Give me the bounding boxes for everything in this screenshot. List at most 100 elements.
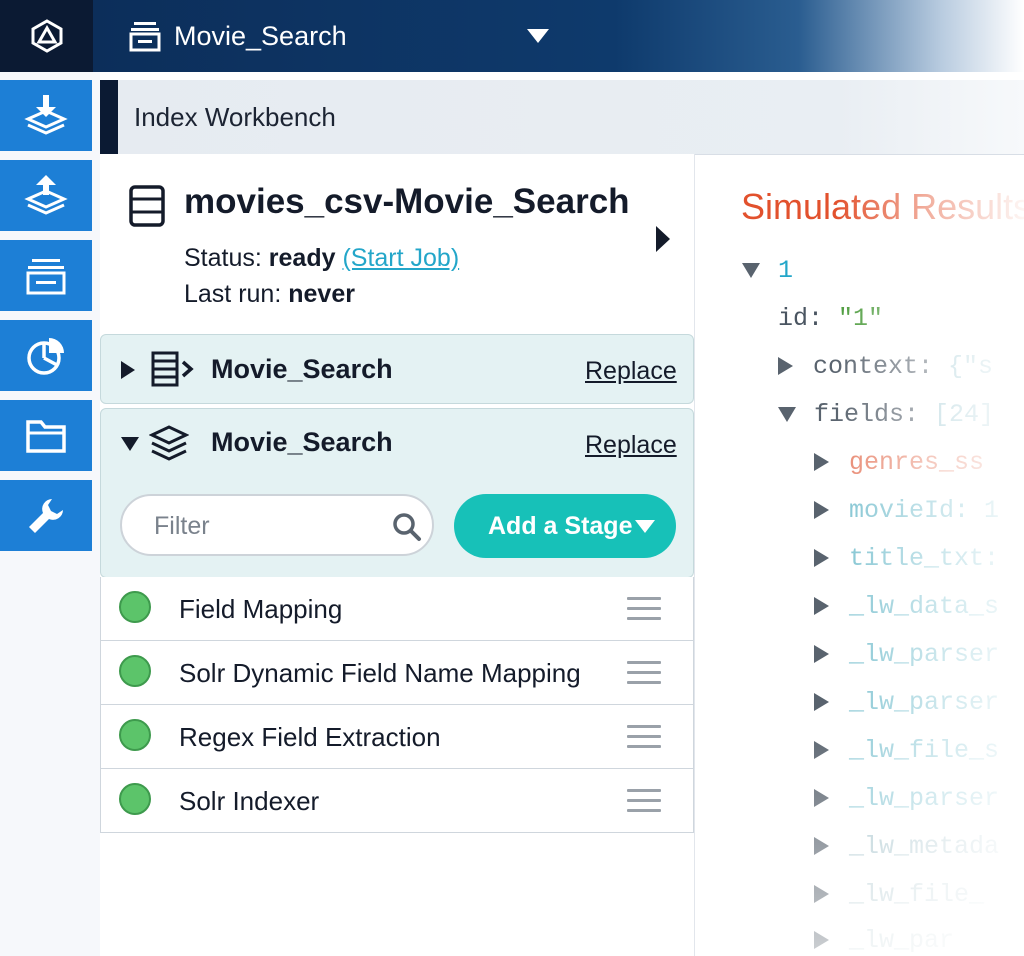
- collapse-caret-icon: [742, 262, 760, 278]
- app-stack-icon: [129, 22, 161, 52]
- field-name: _lw_par: [849, 926, 955, 955]
- field-name: _lw_data_s: [849, 592, 1000, 621]
- expand-caret-icon: [814, 837, 829, 856]
- analytics-pie-icon: [27, 337, 64, 375]
- stage-status-dot: [119, 591, 151, 623]
- datasource-last-run: Last run: never: [184, 280, 355, 309]
- stage-row[interactable]: Regex Field Extraction: [100, 705, 694, 769]
- fields-count: [24]: [934, 400, 995, 429]
- drag-handle-icon[interactable]: [627, 789, 661, 813]
- result-fields-row[interactable]: fields: [24]: [778, 400, 994, 429]
- field-row[interactable]: movieId: 1: [814, 496, 999, 525]
- field-row[interactable]: _lw_file_: [814, 880, 984, 909]
- result-id-row: id: "1": [778, 304, 883, 333]
- field-name: _lw_parser: [849, 688, 1000, 717]
- id-value: "1": [838, 304, 884, 333]
- collections-icon: [26, 258, 66, 294]
- simulated-results-panel: Simulated Results 1 id: "1" context: {"s…: [708, 160, 1024, 956]
- field-row[interactable]: _lw_parser: [814, 640, 999, 669]
- expand-caret-icon: [778, 357, 793, 376]
- stage-row[interactable]: Field Mapping: [100, 577, 694, 641]
- workbench-header: Index Workbench: [100, 80, 1024, 155]
- status-value: ready: [268, 244, 336, 272]
- nav-files-button[interactable]: [0, 400, 92, 471]
- top-bar: Movie_Search: [0, 0, 1024, 72]
- expand-caret-icon: [814, 597, 829, 616]
- datasource-status: Status: ready (Start Job): [184, 244, 459, 273]
- wrench-icon: [29, 498, 63, 533]
- expand-caret-icon: [814, 931, 829, 950]
- drag-handle-icon[interactable]: [627, 661, 661, 685]
- datasource-expand-arrow-icon[interactable]: [656, 226, 670, 252]
- parser-name: Movie_Search: [211, 354, 393, 384]
- parser-expand-caret-icon[interactable]: [121, 361, 135, 379]
- field-row[interactable]: _lw_metada: [814, 832, 999, 861]
- field-row[interactable]: genres_ss: [814, 448, 984, 477]
- field-name: _lw_parser: [849, 640, 1000, 669]
- pipeline-replace-link[interactable]: Replace: [585, 431, 677, 460]
- stage-status-dot: [119, 719, 151, 751]
- folder-icon: [26, 419, 66, 453]
- last-run-value: never: [288, 280, 355, 308]
- stage-filter[interactable]: [120, 494, 434, 556]
- field-name: _lw_file_s: [849, 736, 1000, 765]
- app-switcher[interactable]: Movie_Search: [128, 18, 347, 54]
- result-context-row[interactable]: context: {"s: [778, 352, 993, 381]
- field-name: movieId: 1: [849, 496, 1000, 525]
- nav-query-button[interactable]: [0, 160, 92, 231]
- expand-caret-icon: [814, 693, 829, 712]
- app-dropdown-caret-icon[interactable]: [527, 29, 549, 43]
- stage-status-dot: [119, 655, 151, 687]
- field-row[interactable]: title_txt:: [814, 544, 999, 573]
- nav-index-button[interactable]: [0, 80, 92, 151]
- context-key: context:: [813, 352, 934, 381]
- header-accent-bar: [100, 80, 118, 154]
- nav-collections-button[interactable]: [0, 240, 92, 311]
- field-name: _lw_file_: [849, 880, 985, 909]
- stage-row[interactable]: Solr Dynamic Field Name Mapping: [100, 641, 694, 705]
- stage-label: Field Mapping: [179, 594, 343, 624]
- field-row[interactable]: _lw_data_s: [814, 592, 999, 621]
- page-title: Index Workbench: [134, 102, 336, 132]
- fields-key: fields:: [814, 400, 920, 429]
- expand-caret-icon: [814, 549, 829, 568]
- pipeline-name: Movie_Search: [211, 427, 393, 457]
- query-upload-icon: [24, 174, 68, 215]
- search-icon: [393, 513, 421, 541]
- field-row[interactable]: _lw_file_s: [814, 736, 999, 765]
- expand-caret-icon: [814, 741, 829, 760]
- stage-label: Solr Indexer: [179, 786, 320, 816]
- stage-label: Regex Field Extraction: [179, 722, 441, 752]
- filter-input[interactable]: [152, 509, 376, 543]
- add-stage-button[interactable]: Add a Stage: [454, 494, 676, 558]
- result-doc-row[interactable]: 1: [742, 256, 793, 285]
- field-name: title_txt:: [849, 544, 1000, 573]
- field-row[interactable]: _lw_par: [814, 926, 954, 955]
- nav-system-button[interactable]: [0, 480, 92, 551]
- nav-analytics-button[interactable]: [0, 320, 92, 391]
- pipeline-layers-icon: [149, 425, 189, 461]
- field-row[interactable]: _lw_parser: [814, 688, 999, 717]
- result-doc-number: 1: [778, 256, 794, 285]
- drag-handle-icon[interactable]: [627, 725, 661, 749]
- home-logo-button[interactable]: [0, 0, 93, 72]
- field-row[interactable]: _lw_parser: [814, 784, 999, 813]
- start-job-link[interactable]: (Start Job): [342, 244, 459, 272]
- status-label: Status:: [184, 244, 262, 272]
- parser-icon: [151, 351, 194, 387]
- id-key: id:: [778, 304, 824, 333]
- pipeline-collapse-caret-icon[interactable]: [121, 437, 139, 451]
- expand-caret-icon: [814, 789, 829, 808]
- parser-replace-link[interactable]: Replace: [585, 357, 677, 386]
- field-name: _lw_parser: [849, 784, 1000, 813]
- field-name: _lw_metada: [849, 832, 1000, 861]
- expand-caret-icon: [814, 885, 829, 904]
- context-preview: {"s: [948, 352, 994, 381]
- fusion-logo-icon: [31, 19, 62, 53]
- drag-handle-icon[interactable]: [627, 597, 661, 621]
- stage-row[interactable]: Solr Indexer: [100, 769, 694, 833]
- left-nav: [0, 72, 100, 956]
- expand-caret-icon: [814, 453, 829, 472]
- datasource-server-icon: [129, 185, 165, 227]
- add-stage-caret-icon: [635, 520, 655, 533]
